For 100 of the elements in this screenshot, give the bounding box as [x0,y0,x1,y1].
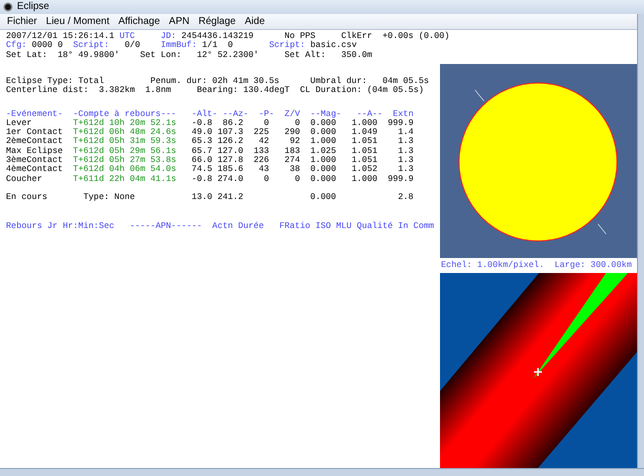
table-cell: 1.051 [352,137,378,147]
menu-item[interactable]: Fichier [7,16,38,26]
window-title: Eclipse [17,2,50,12]
table-cell: 274 [284,156,300,166]
menu-item[interactable]: Aide [244,16,265,26]
column-header: -Evénement- [6,110,63,119]
field-label: ImmBuf: [160,41,197,51]
table-cell: Coucher [6,174,42,184]
table-cell-text: 0.000 [310,118,336,128]
menu-item[interactable]: Réglage [198,16,236,26]
table-cell-text: 65.7 [192,146,212,156]
field-label: Script: [73,41,110,50]
field-value: Eclipse Type: Total [6,77,104,86]
field-value: Set Lon: [140,50,182,60]
table-cell: 0.000 [310,165,336,175]
field-value: basic.csv [310,41,357,50]
field-value: Bearing: [196,86,238,96]
table-cell: 1.000 [310,156,336,166]
table-cell-text: 127.0 [217,146,244,156]
field-value: 2007/12/01 15:26:14.1 [6,32,114,41]
menu-item[interactable]: Affichage [118,16,160,26]
table-cell: 0 [294,174,300,184]
table-cell: 225 [254,128,270,138]
table-cell-text: T+612d 04h 06m 54.0s [73,165,176,174]
table-cell: 1.000 [352,174,378,184]
column-header: --Az- [222,110,248,119]
table-cell-text: 1.025 [310,146,336,156]
table-cell: 92 [290,137,300,147]
table-cell-text: T+612d 05h 31m 59.3s [73,137,176,146]
table-cell: 1.049 [352,128,378,138]
table-cell: 127.8 [217,156,244,166]
table-cell: 274.0 [217,174,244,184]
table-cell-text: 4èmeContact [6,165,63,174]
scale-label: Echel: 1.00km/pixel. Large: 300.00km [440,260,633,270]
field-value: +0.00s (0.00) [382,32,450,42]
table-cell: T+612d 05h 27m 53.8s [73,156,176,166]
table-cell: 43 [258,165,270,175]
field-value: 130.4degT [243,86,290,96]
table-cell: 0.000 [310,174,336,184]
table-cell-text: Max Eclipse [6,146,63,156]
table-cell: 226 [254,156,270,166]
table-cell: 1.052 [352,165,378,175]
table-cell-text: 133 [254,146,270,156]
table-cell-text: 183 [284,146,300,156]
column-header: -----APN------ [130,222,202,231]
table-cell-text: Lever [6,118,32,128]
table-cell: 42 [258,137,270,147]
table-cell: 1.000 [310,137,336,147]
table-cell-text: 2èmeContact [6,137,63,146]
field-value: CL Duration: [300,86,362,96]
table-cell: 999.9 [388,174,414,184]
table-cell: 1.4 [398,128,414,138]
table-cell: 65.3 [192,137,212,147]
table-cell: 3èmeContact [6,156,63,166]
menu-item[interactable]: Lieu / Moment [46,16,110,26]
field-label: Cfg: [6,41,27,51]
field-value: 0.000 [310,193,336,203]
table-cell: 1.3 [398,137,414,147]
table-cell: 290 [284,128,300,138]
column-header: Extn [392,110,414,119]
table-cell-text: 999.9 [388,118,414,128]
table-cell-text: 1.3 [398,146,414,156]
field-value: 2454436.143219 [181,32,254,41]
field-value: 18° 49.9800' [58,50,120,60]
field-value: 350.0m [341,50,372,60]
field-value: 0/0 [124,41,140,51]
field-value: 13.0 [192,193,212,203]
table-cell: 107.3 [217,128,244,138]
column-header: Rebours Jr Hr:Min:Sec [6,222,114,231]
table-cell-text: 86.2 [222,118,244,128]
menu-item[interactable]: APN [168,16,190,26]
field-value: Set Alt: [284,50,326,60]
table-cell: 1.3 [398,156,414,166]
table-cell-text: 1.051 [352,146,378,156]
field-value: 3.382km [98,86,135,96]
table-cell-text: 0 [264,118,270,128]
field-value: 0000 0 [32,41,63,51]
column-header: -Compte à rebours--- [73,110,176,119]
column-header: -P- [258,110,274,119]
column-header: Z/V [284,110,300,119]
field-value: 241.2 [217,193,244,203]
table-cell: T+612d 06h 48m 24.6s [73,128,176,138]
app-icon [3,2,13,12]
table-cell-text: 0 [294,118,300,128]
column-header: -Alt- [192,110,218,119]
table-cell: 0 [264,174,270,184]
table-cell: T+611d 22h 04m 41.1s [73,174,176,184]
field-label: UTC [119,32,135,41]
table-cell: 1.3 [398,165,414,175]
column-header: --Mag- [310,110,342,119]
field-value: Penum. dur: 02h 41m 30.5s [150,77,280,86]
table-cell: 38 [290,165,300,175]
table-cell: 185.6 [217,165,244,175]
column-header: Actn Durée [212,222,264,231]
field-value: No PPS [284,32,316,41]
table-cell: -0.8 [192,174,212,184]
table-cell: 1er Contact [6,128,63,138]
table-cell-text: T+612d 10h 20m 52.1s [73,118,176,128]
field-value: Umbral dur: [310,77,368,86]
field-label: JD: [160,32,176,41]
